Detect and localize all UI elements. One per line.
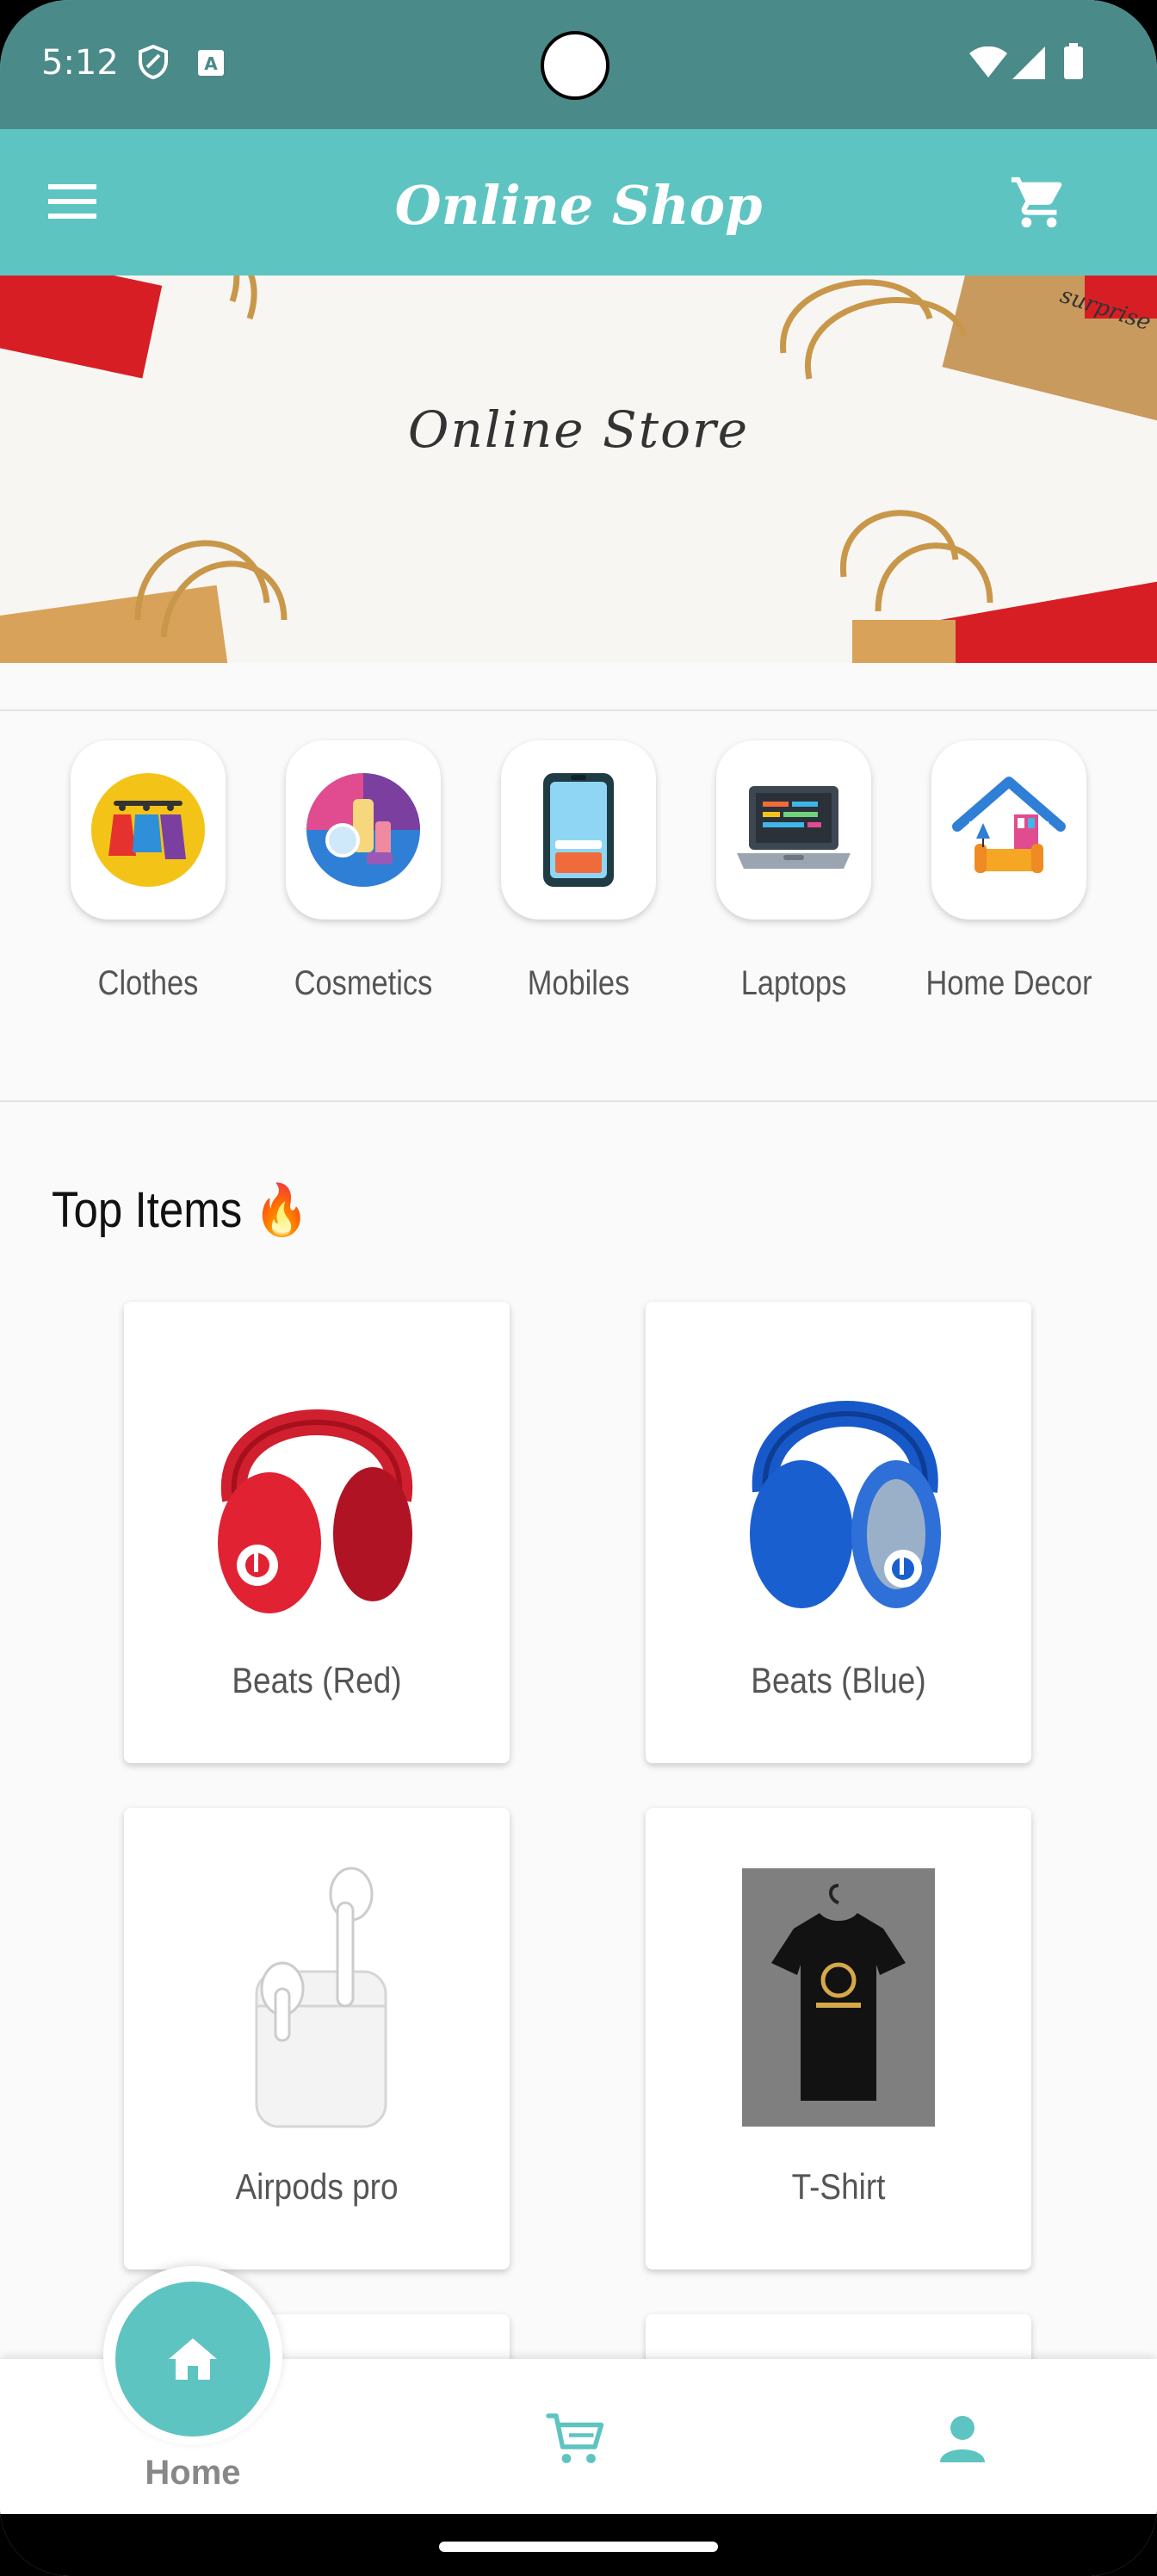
blue-headphones-image [750, 1401, 941, 1608]
product-name: Beats (Blue) [751, 1660, 926, 1700]
home-icon [169, 2338, 217, 2380]
home-decor-icon [952, 777, 1066, 882]
category-label: Clothes [97, 964, 199, 1002]
airpods-image [255, 1867, 387, 2128]
product-card-airpods[interactable]: Airpods pro [124, 1808, 510, 2269]
category-clothes[interactable]: Clothes [71, 740, 226, 1002]
cart-icon[interactable] [1009, 172, 1069, 232]
product-name: T-Shirt [791, 2166, 886, 2207]
clothes-icon [91, 773, 205, 887]
section-title: Top Items 🔥 [52, 1182, 309, 1238]
product-image [188, 1353, 446, 1629]
status-time: 5:12 [41, 43, 119, 83]
product-image [709, 1860, 968, 2135]
category-label: Home Decor [925, 964, 1092, 1002]
product-card-tshirt[interactable]: T-Shirt [646, 1808, 1031, 2269]
wifi-icon [969, 46, 1007, 77]
category-tile[interactable] [71, 740, 226, 920]
mobile-icon [543, 773, 614, 887]
shopping-bag-image [0, 540, 288, 663]
category-cosmetics[interactable]: Cosmetics [286, 740, 441, 1002]
shopping-bag-image [0, 276, 257, 379]
category-home-decor[interactable]: Home Decor [925, 740, 1092, 1002]
category-label: Cosmetics [294, 964, 433, 1002]
category-mobiles[interactable]: Mobiles [501, 740, 656, 1002]
product-name: Beats (Red) [232, 1660, 402, 1700]
app-title: Online Shop [394, 174, 763, 237]
product-image [709, 1353, 968, 1629]
home-button[interactable] [115, 2282, 270, 2437]
laptop-icon [737, 786, 851, 869]
keyboard-icon: A [198, 50, 224, 76]
product-name: Airpods pro [235, 2166, 399, 2207]
shield-icon [139, 45, 168, 79]
category-label: Mobiles [527, 964, 630, 1002]
category-tile[interactable] [716, 740, 871, 920]
category-tile[interactable] [286, 740, 441, 920]
product-image [188, 1860, 446, 2135]
divider [0, 1100, 1157, 1102]
app-screen: 5:12 A Online Shop surprise Online Store… [0, 0, 1157, 2576]
category-label: Laptops [740, 964, 847, 1002]
shopping-bag-image [840, 510, 1157, 663]
app-bar: Online Shop [0, 129, 1157, 276]
profile-icon[interactable] [940, 2414, 985, 2462]
category-laptops[interactable]: Laptops [716, 740, 871, 1002]
cosmetics-icon [306, 773, 420, 887]
gesture-handle[interactable] [439, 2542, 718, 2552]
divider [0, 709, 1157, 711]
front-camera [541, 31, 609, 100]
signal-icon [1012, 46, 1045, 79]
system-navigation-bar [0, 2514, 1157, 2576]
cart-nav-icon[interactable] [544, 2411, 609, 2468]
tshirt-image [742, 1868, 935, 2127]
category-tile[interactable] [501, 740, 656, 920]
svg-text:A: A [204, 53, 218, 74]
category-tile[interactable] [931, 740, 1086, 920]
red-headphones-image [218, 1409, 413, 1613]
status-bar: 5:12 A [0, 0, 1157, 129]
battery-icon [1064, 43, 1083, 79]
product-card-beats-red[interactable]: Beats (Red) [124, 1302, 510, 1763]
banner-text: Online Store [407, 400, 750, 459]
product-card-beats-blue[interactable]: Beats (Blue) [646, 1302, 1031, 1763]
home-label: Home [145, 2454, 241, 2492]
promo-banner[interactable]: surprise Online Store [0, 276, 1157, 663]
